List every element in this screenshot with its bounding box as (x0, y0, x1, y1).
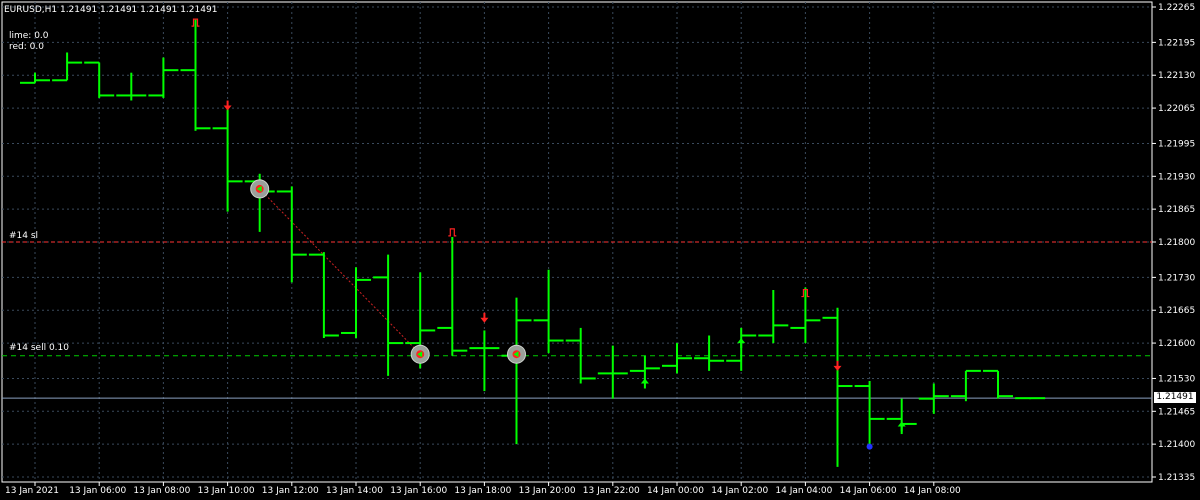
y-tick-label: 1.21400 (1158, 440, 1195, 450)
y-tick-label: 1.22265 (1158, 3, 1195, 13)
x-tick-label: 14 Jan 02:00 (711, 486, 768, 496)
y-tick-label: 1.21995 (1158, 139, 1195, 149)
stop-symbol-icon (448, 228, 457, 237)
x-tick-label: 13 Jan 18:00 (454, 486, 511, 496)
x-tick-label: 14 Jan 04:00 (775, 486, 832, 496)
blue-marker-icon (866, 443, 873, 450)
trading-chart-window[interactable]: 1.22265 1.22195 1.22130 1.22065 1.21995 1.219… (0, 0, 1200, 500)
y-tick-label: 1.21600 (1158, 339, 1195, 349)
indicator-lime-readout: lime: 0.0 (9, 31, 49, 41)
y-tick-label: 1.21930 (1158, 172, 1195, 182)
y-tick-label: 1.21730 (1158, 273, 1195, 283)
sell-arrow-icon (833, 365, 842, 371)
x-tick-label: 13 Jan 20:00 (519, 486, 576, 496)
x-tick-label: 13 Jan 08:00 (133, 486, 190, 496)
y-tick-label: 1.21800 (1158, 238, 1195, 248)
x-tick-label: 13 Jan 06:00 (69, 486, 126, 496)
y-tick-label: 1.21530 (1158, 374, 1195, 384)
ohlc-chart[interactable]: 1.22265 1.22195 1.22130 1.22065 1.21995 1.219… (0, 0, 1200, 500)
x-tick-label: 14 Jan 08:00 (904, 486, 961, 496)
stop-loss-label: #14 sl (9, 231, 39, 241)
sell-arrow-icon (480, 317, 489, 323)
trade-connection-line (259, 188, 421, 355)
buy-arrow-icon (640, 378, 649, 384)
x-tick-label: 13 Jan 16:00 (390, 486, 447, 496)
x-tick-label: 13 Jan 12:00 (262, 486, 319, 496)
y-tick-label: 1.21865 (1158, 205, 1195, 215)
y-tick-label: 1.22130 (1158, 71, 1195, 81)
x-tick-label: 13 Jan 10:00 (198, 486, 255, 496)
indicator-red-readout: red: 0.0 (9, 42, 44, 52)
y-tick-label: 1.22195 (1158, 38, 1195, 48)
y-tick-label: 1.21665 (1158, 306, 1195, 316)
x-tick-label: 14 Jan 06:00 (840, 486, 897, 496)
chart-header: EURUSD,H1 1.21491 1.21491 1.21491 1.2149… (4, 5, 218, 15)
y-tick-label: 1.22065 (1158, 104, 1195, 114)
x-tick-label: 13 Jan 2021 (5, 486, 59, 496)
y-tick-label: 1.21465 (1158, 407, 1195, 417)
entry-order-label: #14 sell 0.10 (9, 343, 69, 353)
x-tick-label: 14 Jan 00:00 (647, 486, 704, 496)
y-tick-label: 1.21335 (1158, 473, 1195, 483)
current-price-box: 1.21491 (1154, 392, 1196, 403)
buy-arrow-icon (737, 338, 746, 344)
sell-arrow-icon (223, 105, 232, 111)
x-tick-label: 13 Jan 14:00 (326, 486, 383, 496)
x-tick-label: 13 Jan 22:00 (583, 486, 640, 496)
